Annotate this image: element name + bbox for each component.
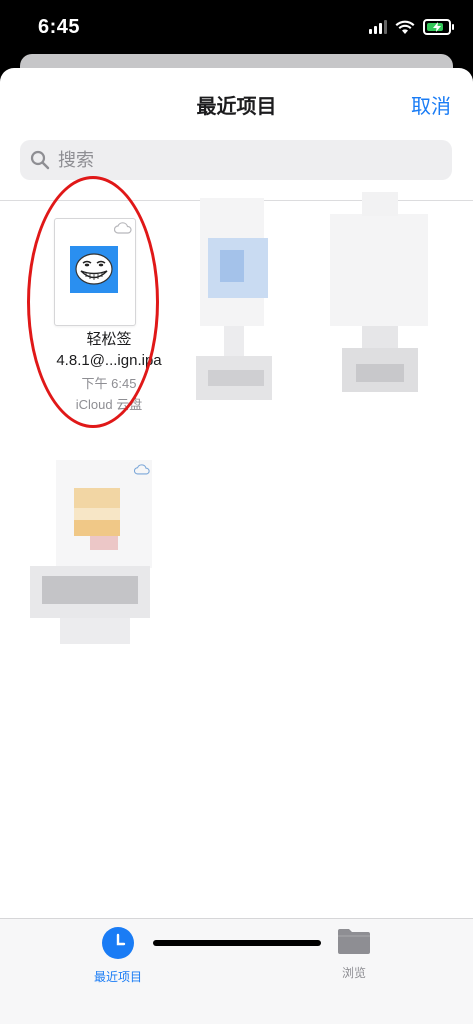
cellular-signal-icon: [369, 20, 387, 34]
files-picker-sheet: 最近项目 取消 搜索 轻松签 4.8.1@...ign.ipa 下午 6:45 …: [0, 68, 473, 1024]
trollface-icon: [75, 252, 113, 285]
cloud-icon: [134, 464, 150, 475]
status-bar: 6:45: [0, 0, 473, 60]
tab-recents-label: 最近项目: [93, 970, 142, 984]
search-input[interactable]: [56, 148, 440, 172]
file-item[interactable]: 轻松签 4.8.1@...ign.ipa 下午 6:45 iCloud 云盘: [54, 218, 162, 412]
tab-recents[interactable]: 最近项目: [58, 927, 178, 985]
tab-bar: 最近项目 浏览: [0, 918, 473, 1024]
search-icon: [30, 150, 50, 170]
status-time: 6:45: [38, 16, 81, 38]
app-icon: [70, 246, 118, 293]
file-item-blurred[interactable]: [196, 198, 276, 408]
status-icons: [369, 19, 454, 35]
file-location: iCloud 云盘: [75, 397, 143, 412]
wifi-icon: [395, 20, 415, 34]
file-modified-time: 下午 6:45: [81, 376, 137, 391]
cloud-icon: [114, 222, 132, 234]
home-indicator: [153, 940, 321, 946]
page-title: 最近项目: [196, 96, 277, 118]
cancel-button[interactable]: 取消: [411, 90, 451, 119]
clock-icon: [102, 927, 134, 959]
file-name-line1: 轻松签: [86, 331, 132, 348]
search-bar[interactable]: [20, 140, 452, 180]
tab-browse-label: 浏览: [341, 966, 366, 980]
file-name-line2: 4.8.1@...ign.ipa: [56, 352, 162, 369]
tab-browse[interactable]: 浏览: [294, 927, 414, 981]
file-item-blurred[interactable]: [30, 458, 152, 658]
battery-charging-icon: [423, 19, 454, 35]
file-item-blurred[interactable]: [330, 188, 430, 398]
document-thumbnail: [54, 218, 136, 326]
folder-icon: [338, 929, 370, 954]
